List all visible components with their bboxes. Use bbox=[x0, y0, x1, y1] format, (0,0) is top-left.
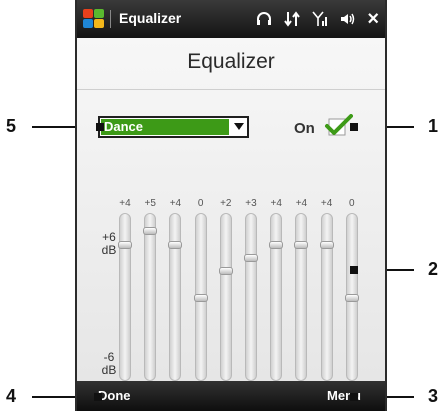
band-slider-125[interactable] bbox=[168, 213, 183, 381]
speaker-icon bbox=[341, 13, 355, 25]
headphones-icon bbox=[257, 12, 272, 25]
equalizer-panel: +6 dB -6 dB +432+564+41250250+2500+31K+4… bbox=[97, 198, 369, 411]
slider-thumb[interactable] bbox=[344, 294, 359, 302]
preset-selected-value: Dance bbox=[101, 119, 229, 135]
callout-dot-1 bbox=[350, 123, 358, 131]
on-label: On bbox=[294, 120, 315, 137]
band-slider-8K[interactable] bbox=[319, 213, 334, 381]
close-icon[interactable]: × bbox=[367, 9, 379, 29]
band-slider-500[interactable] bbox=[218, 213, 233, 381]
callout-dot-3 bbox=[350, 393, 358, 401]
slider-thumb[interactable] bbox=[118, 240, 132, 249]
status-icons: × bbox=[255, 7, 379, 31]
slider-thumb[interactable] bbox=[143, 227, 158, 236]
title-divider bbox=[77, 89, 385, 90]
slider-thumb[interactable] bbox=[193, 294, 208, 302]
band-slider-1K[interactable] bbox=[244, 213, 258, 381]
title-bar: Equalizer × bbox=[77, 0, 385, 38]
band-slider-4K[interactable] bbox=[294, 213, 309, 381]
sync-icon bbox=[284, 11, 301, 27]
slider-thumb[interactable] bbox=[218, 267, 233, 276]
app-title: Equalizer bbox=[119, 10, 182, 26]
callout-dot-4 bbox=[94, 393, 102, 401]
band-gain-label: 0 bbox=[349, 198, 355, 209]
slider-thumb[interactable] bbox=[168, 240, 183, 249]
callout-dot-5 bbox=[96, 123, 104, 131]
chevron-down-icon[interactable] bbox=[234, 123, 244, 130]
windows-logo-icon[interactable] bbox=[83, 9, 105, 29]
callout-5: 5 bbox=[6, 116, 17, 136]
preset-dropdown[interactable]: Dance bbox=[98, 116, 249, 138]
band-slider-32[interactable] bbox=[118, 213, 132, 381]
done-button[interactable]: Done bbox=[98, 388, 131, 403]
page-title: Equalizer bbox=[187, 50, 275, 73]
slider-thumb[interactable] bbox=[244, 254, 258, 262]
callout-4: 4 bbox=[6, 386, 17, 406]
equalizer-content: Equalizer Dance On +6 dB -6 dB +432+564+… bbox=[77, 38, 385, 405]
on-checkbox[interactable] bbox=[323, 114, 353, 138]
callout-dot-2 bbox=[350, 266, 358, 274]
callout-2: 2 bbox=[428, 259, 439, 279]
slider-thumb[interactable] bbox=[294, 240, 309, 249]
band-slider-64[interactable] bbox=[143, 213, 158, 381]
slider-thumb[interactable] bbox=[319, 240, 334, 249]
band-slider-2K[interactable] bbox=[269, 213, 284, 381]
signal-icon bbox=[312, 11, 328, 26]
slider-thumb[interactable] bbox=[269, 240, 284, 249]
callout-1: 1 bbox=[428, 116, 439, 136]
band-slider-16K[interactable] bbox=[344, 213, 359, 381]
band-slider-250[interactable] bbox=[193, 213, 208, 381]
db-min-label: -6 dB bbox=[101, 350, 117, 377]
softkey-bar: Done Menu bbox=[77, 381, 385, 411]
callout-3: 3 bbox=[428, 386, 439, 406]
phone-screen: Equalizer × Equalizer Dance On +6 dB -6 … bbox=[75, 0, 387, 411]
title-separator bbox=[110, 10, 111, 28]
